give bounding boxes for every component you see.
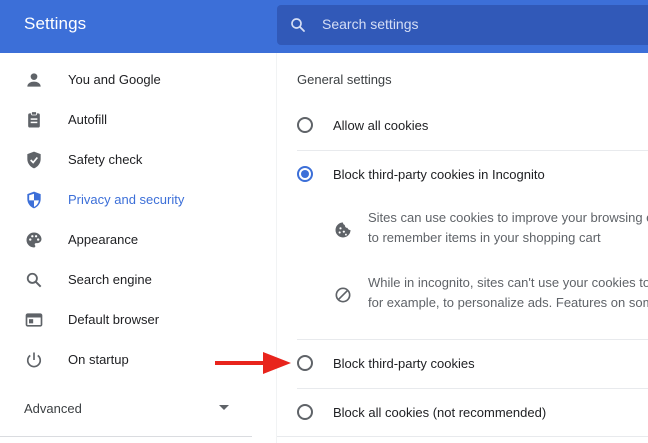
sidebar-item-you-and-google[interactable]: You and Google bbox=[0, 60, 276, 100]
sidebar-item-label: Default browser bbox=[68, 312, 160, 327]
option-label: Block third-party cookies bbox=[333, 356, 475, 371]
palette-icon bbox=[26, 232, 42, 248]
option-label: Block all cookies (not recommended) bbox=[333, 405, 547, 420]
sidebar-divider bbox=[0, 436, 252, 437]
chevron-down-icon bbox=[219, 405, 229, 410]
sidebar-item-label: Privacy and security bbox=[68, 192, 185, 207]
divider bbox=[277, 436, 648, 437]
search-icon bbox=[26, 272, 42, 288]
info-line: to remember items in your shopping cart bbox=[368, 230, 601, 245]
option-block-all-cookies[interactable]: Block all cookies (not recommended) bbox=[277, 388, 648, 436]
option-label: Block third-party cookies in Incognito bbox=[333, 167, 545, 182]
sidebar-item-label: Safety check bbox=[68, 152, 143, 167]
radio-block-third-party-cookies[interactable] bbox=[297, 355, 313, 371]
sidebar: You and Google Autofill Safety check Pri… bbox=[0, 53, 276, 443]
person-icon bbox=[27, 73, 41, 87]
clipboard-icon bbox=[28, 111, 40, 128]
cookie-settings-panel: General settings Allow all cookies Block… bbox=[277, 53, 648, 443]
search-input[interactable]: Search settings bbox=[277, 5, 648, 45]
app-header: Settings Search settings bbox=[0, 0, 648, 53]
info-line: Sites can use cookies to improve your br… bbox=[368, 210, 648, 225]
radio-allow-all-cookies[interactable] bbox=[297, 117, 313, 133]
annotation-arrow-icon bbox=[215, 352, 291, 374]
option-block-third-party-cookies[interactable]: Block third-party cookies bbox=[277, 339, 648, 387]
browser-icon bbox=[25, 313, 43, 327]
radio-block-third-party-incognito[interactable] bbox=[297, 166, 313, 182]
shield-check-icon bbox=[27, 151, 41, 169]
sidebar-advanced-toggle[interactable]: Advanced bbox=[0, 388, 276, 428]
option-allow-all-cookies[interactable]: Allow all cookies bbox=[277, 101, 648, 149]
search-placeholder: Search settings bbox=[322, 16, 419, 32]
info-incognito-block: While in incognito, sites can't use your… bbox=[277, 273, 648, 325]
option-block-third-party-incognito[interactable]: Block third-party cookies in Incognito bbox=[277, 150, 648, 198]
radio-block-all-cookies[interactable] bbox=[297, 404, 313, 420]
sidebar-item-label: You and Google bbox=[68, 72, 161, 87]
app-title: Settings bbox=[24, 14, 87, 33]
sidebar-item-privacy-and-security[interactable]: Privacy and security bbox=[0, 180, 276, 220]
sidebar-item-autofill[interactable]: Autofill bbox=[0, 100, 276, 140]
sidebar-item-default-browser[interactable]: Default browser bbox=[0, 300, 276, 340]
option-label: Allow all cookies bbox=[333, 118, 429, 133]
search-icon bbox=[291, 18, 305, 32]
advanced-label: Advanced bbox=[24, 401, 82, 416]
section-title: General settings bbox=[297, 72, 392, 87]
info-text: Sites can use cookies to improve your br… bbox=[368, 208, 648, 248]
info-cookie-usage: Sites can use cookies to improve your br… bbox=[277, 208, 648, 260]
sidebar-item-label: On startup bbox=[68, 352, 129, 367]
cookie-icon bbox=[335, 222, 351, 238]
block-icon bbox=[335, 287, 351, 303]
sidebar-item-label: Search engine bbox=[68, 272, 152, 287]
sidebar-item-safety-check[interactable]: Safety check bbox=[0, 140, 276, 180]
info-line: for example, to personalize ads. Feature… bbox=[368, 295, 648, 310]
info-text: While in incognito, sites can't use your… bbox=[368, 273, 648, 313]
sidebar-item-label: Autofill bbox=[68, 112, 108, 127]
sidebar-item-label: Appearance bbox=[68, 232, 139, 247]
shield-icon bbox=[27, 191, 41, 209]
power-icon bbox=[26, 352, 42, 368]
sidebar-item-search-engine[interactable]: Search engine bbox=[0, 260, 276, 300]
sidebar-item-appearance[interactable]: Appearance bbox=[0, 220, 276, 260]
info-line: While in incognito, sites can't use your… bbox=[368, 275, 648, 290]
